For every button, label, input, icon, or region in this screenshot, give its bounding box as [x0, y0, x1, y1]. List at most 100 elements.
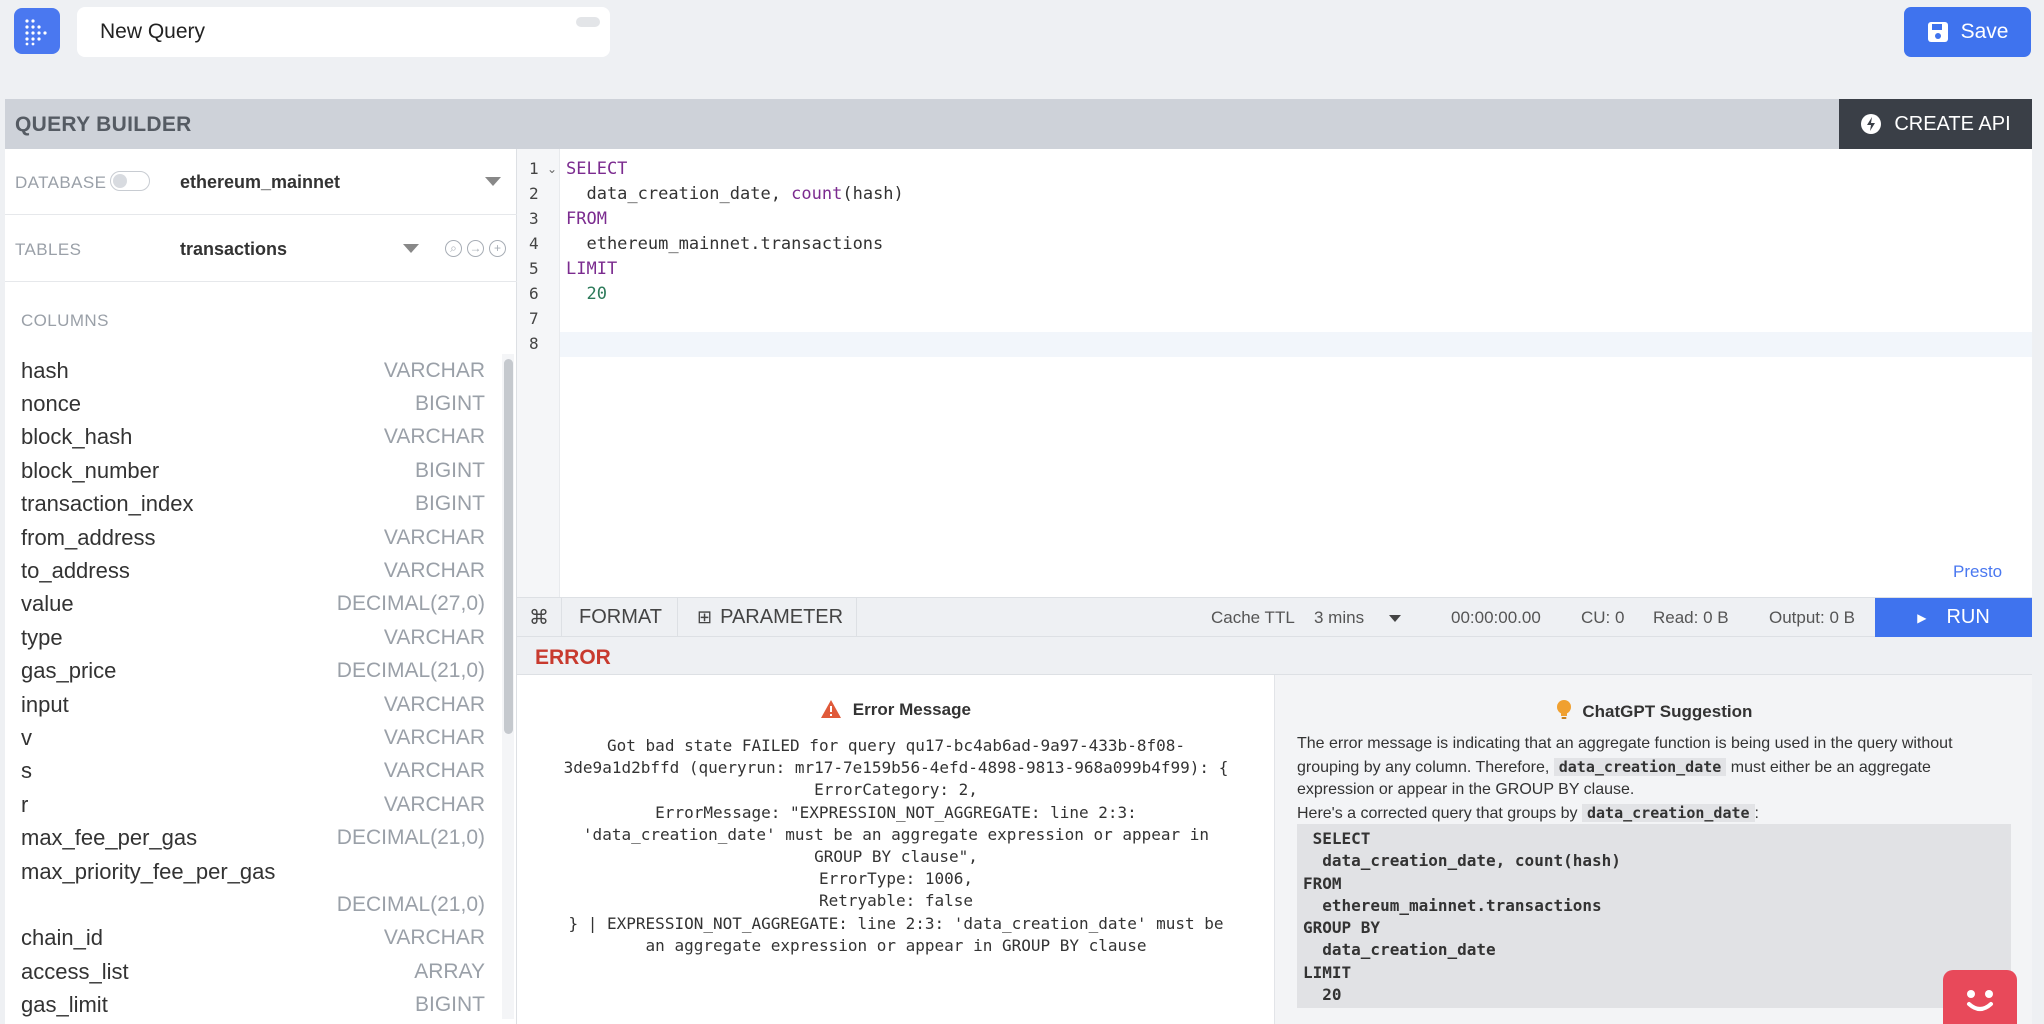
plus-square-icon: ⊞ [697, 606, 713, 627]
create-api-label: CREATE API [1894, 112, 2011, 135]
toolbar-divider [856, 598, 857, 636]
column-row[interactable]: hash VARCHAR [21, 354, 485, 387]
play-icon: ▶ [1917, 610, 1927, 625]
column-type: BIGINT [414, 458, 485, 482]
inline-code: data_creation_date [1581, 803, 1755, 822]
sql-text: data_creation_date, [566, 184, 792, 204]
save-icon [1927, 22, 1948, 42]
table-add-icon[interactable]: + [489, 240, 506, 257]
column-type: BIGINT [414, 492, 485, 516]
column-row[interactable]: input VARCHAR [21, 688, 485, 721]
column-type: VARCHAR [383, 625, 485, 649]
query-title-input[interactable]: New Query [77, 7, 610, 57]
column-row-type-wrap[interactable]: DECIMAL(21,0) [21, 888, 485, 921]
suggestion-text-part: : [1754, 804, 1759, 822]
columns-scrollbar-thumb[interactable] [504, 359, 513, 734]
column-row[interactable]: max_fee_per_gas DECIMAL(21,0) [21, 821, 485, 854]
read-bytes: Read: 0 B [1653, 608, 1729, 627]
top-bar: New Query Save [0, 0, 2044, 98]
app-logo-icon[interactable] [14, 8, 60, 54]
command-icon[interactable]: ⌘ [529, 598, 549, 636]
save-button[interactable]: Save [1904, 7, 2031, 57]
code-line-5: LIMIT [566, 259, 617, 279]
query-title-text: New Query [100, 20, 206, 43]
output-bytes: Output: 0 B [1769, 608, 1855, 627]
format-button[interactable]: FORMAT [579, 598, 662, 636]
column-row[interactable]: type VARCHAR [21, 621, 485, 654]
column-type: ARRAY [414, 959, 485, 983]
column-type: BIGINT [414, 993, 485, 1017]
column-row[interactable]: chain_id VARCHAR [21, 922, 485, 955]
create-api-button[interactable]: CREATE API [1839, 99, 2032, 149]
cache-ttl-label: Cache TTL [1211, 608, 1295, 627]
query-builder-header: QUERY BUILDER CREATE API [5, 99, 2032, 149]
column-row[interactable]: v VARCHAR [21, 721, 485, 754]
tables-label: TABLES [15, 240, 82, 259]
database-select[interactable]: ethereum_mainnet [180, 172, 340, 193]
query-builder-title: QUERY BUILDER [15, 113, 192, 136]
column-row[interactable]: block_hash VARCHAR [21, 421, 485, 454]
column-row[interactable]: from_address VARCHAR [21, 521, 485, 554]
chatgpt-suggestion-panel: ChatGPT Suggestion The error message is … [1274, 675, 2032, 1024]
column-row[interactable]: to_address VARCHAR [21, 554, 485, 587]
line-number-gutter: 1 ⌄ 2 3 4 5 6 7 8 [517, 149, 560, 597]
code-line-2: data_creation_date, count(hash) [566, 184, 903, 204]
column-type: VARCHAR [383, 792, 485, 816]
database-chevron-down-icon[interactable] [485, 177, 501, 186]
compute-units: CU: 0 [1581, 608, 1625, 627]
column-row[interactable]: transaction_index BIGINT [21, 488, 485, 521]
title-status-pill [576, 17, 600, 27]
column-type: VARCHAR [383, 358, 485, 382]
error-message-text: Got bad state FAILED for query qu17-bc4a… [563, 736, 1229, 955]
line-number: 4 [529, 234, 539, 253]
cache-ttl-chevron-down-icon[interactable] [1389, 615, 1401, 622]
column-row[interactable]: block_number BIGINT [21, 454, 485, 487]
column-row[interactable]: value DECIMAL(27,0) [21, 588, 485, 621]
engine-label[interactable]: Presto [1953, 562, 2002, 582]
table-info-icon[interactable]: → [467, 240, 484, 257]
table-search-icon[interactable]: ⌕ [445, 240, 462, 257]
database-label: DATABASE [15, 173, 107, 192]
run-button[interactable]: ▶ RUN [1875, 598, 2032, 637]
column-type: VARCHAR [383, 759, 485, 783]
column-row[interactable]: r VARCHAR [21, 788, 485, 821]
sql-editor[interactable]: 1 ⌄ 2 3 4 5 6 7 8 SELECT data_creation_d… [517, 149, 2032, 597]
chat-widget-button[interactable] [1943, 970, 2017, 1024]
code-line-4: ethereum_mainnet.transactions [566, 234, 883, 254]
column-row[interactable]: max_priority_fee_per_gas [21, 855, 485, 888]
line-number: 2 [529, 184, 539, 203]
tables-select[interactable]: transactions [180, 239, 287, 260]
column-name: r [21, 791, 29, 817]
columns-label: COLUMNS [21, 311, 109, 330]
error-header: ERROR [517, 637, 2032, 675]
line-number: 1 [529, 159, 539, 178]
column-row[interactable]: gas_price DECIMAL(21,0) [21, 655, 485, 688]
column-row[interactable]: access_list ARRAY [21, 955, 485, 988]
column-name: v [21, 724, 32, 750]
column-type: BIGINT [414, 392, 485, 416]
sql-keyword: LIMIT [566, 259, 618, 279]
cache-ttl-select[interactable]: 3 mins [1314, 608, 1364, 628]
column-type: DECIMAL(27,0) [336, 592, 485, 616]
column-row[interactable]: gas_limit BIGINT [21, 988, 485, 1021]
column-row[interactable]: s VARCHAR [21, 755, 485, 788]
elapsed-time: 00:00:00.00 [1451, 608, 1541, 627]
warning-icon [821, 700, 842, 718]
parameter-button[interactable]: ⊞ PARAMETER [697, 598, 843, 636]
column-name: transaction_index [21, 491, 194, 517]
sql-text: ethereum_mainnet.transactions [566, 234, 884, 254]
sql-function: count [791, 184, 843, 204]
code-line-3: FROM [566, 209, 607, 229]
column-name: to_address [21, 558, 130, 584]
tables-chevron-down-icon[interactable] [403, 244, 419, 253]
lightbulb-icon [1556, 700, 1571, 719]
database-toggle[interactable] [110, 171, 150, 191]
column-name: block_number [21, 457, 160, 483]
error-message-heading: Error Message [517, 699, 1274, 720]
column-row[interactable]: nonce BIGINT [21, 387, 485, 420]
code-line-6: 20 [566, 284, 606, 304]
fold-chevron-down-icon[interactable]: ⌄ [547, 162, 557, 176]
columns-list: hash VARCHAR nonce BIGINT block_hash VARCHA… [21, 354, 485, 1022]
column-name: value [21, 591, 74, 617]
toolbar-divider [677, 598, 678, 636]
